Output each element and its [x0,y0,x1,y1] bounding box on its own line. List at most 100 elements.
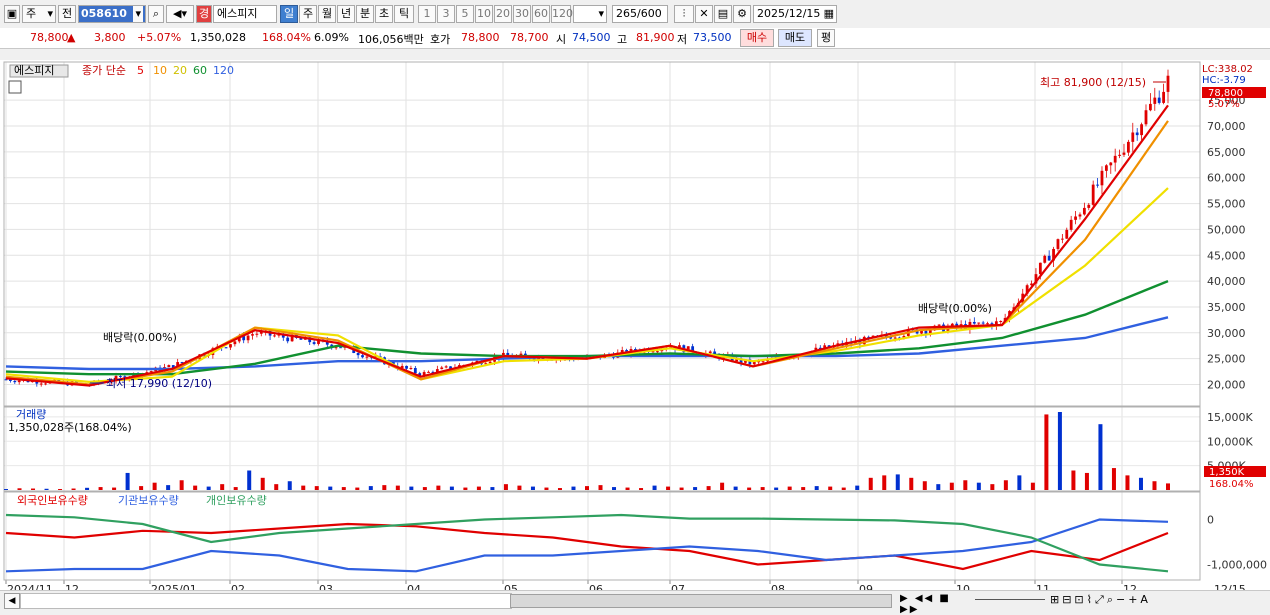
playback-controls[interactable]: ▶ ◀◀ ■ ▶▶ [900,593,966,615]
buy-button[interactable]: 매수 [740,29,774,47]
volume-bar [1152,481,1157,490]
avg-button[interactable]: 평 [817,29,835,47]
candle-icon[interactable]: ⫶ [674,5,694,23]
interval-1[interactable]: 1 [418,5,436,23]
crosshair-icon[interactable]: ✕ [695,5,713,23]
bid-price: 78,700 [510,31,549,44]
period-day[interactable]: 일 [280,5,298,23]
last-volume-pct: 168.04% [1209,479,1254,490]
volume-bar [760,487,765,490]
volume-bar [395,485,400,490]
volume-bar [463,487,468,490]
high-label: 고 [617,33,628,46]
volume-bar [801,487,806,490]
volume-bar [382,485,387,490]
candle [924,330,928,334]
volume-bar [990,484,995,490]
change-pct: +5.07% [137,31,182,44]
volume-bar [449,486,454,490]
price-tick-label: 20,000 [1207,378,1246,391]
save-icon[interactable]: ▤ [714,5,732,23]
tool-icons[interactable]: ⊞⊟⊡⌇⤢⌕−+A [1050,593,1266,607]
volume-bar [882,475,887,490]
candle [1122,152,1126,155]
layout-icon[interactable]: ▣ [4,5,20,23]
scroll-left-icon[interactable]: ◀ [4,593,20,609]
period-week[interactable]: 주 [299,5,317,23]
legend-ma-120: 120 [213,64,234,77]
volume-bar [260,477,265,490]
date-field[interactable]: 2025/12/15 ▦ [753,5,837,23]
candle [752,361,756,365]
candle [656,351,659,353]
price-tick-label: 60,000 [1207,172,1246,185]
volume-bar [706,486,711,490]
volume-bar [409,486,414,490]
volume-bar [166,485,171,490]
chevron-down-icon: ▾ [133,6,143,22]
ask-price: 78,800 [461,31,500,44]
candle [986,323,989,325]
change: 3,800 [94,31,126,44]
candle [312,342,316,344]
holdings-legend-foreign: 외국인보유수량 [17,494,88,507]
legend-ma-60: 60 [193,64,207,77]
chart-area[interactable]: 20,000 25,000 30,000 35,000 40,000 45,000 50,0… [0,50,1270,610]
period-second[interactable]: 초 [375,5,393,23]
mode-select[interactable]: 주 ▾ [22,5,56,23]
period-month[interactable]: 월 [318,5,336,23]
interval-30[interactable]: 30 [513,5,531,23]
candle [13,380,17,383]
low-label: 저 [677,33,688,46]
stock-code-input[interactable]: 058610 ▾ [78,5,146,23]
legend-ma-5: 5 [137,64,144,77]
candle [224,347,228,349]
candle [1065,229,1069,239]
volume-bar [868,477,873,490]
candle [1166,75,1170,92]
interval-10[interactable]: 10 [475,5,493,23]
candle [1131,132,1135,142]
candle [286,337,290,342]
zoom-slider[interactable] [975,599,1045,600]
stock-name-field[interactable]: 에스피지 [213,5,277,23]
volume-bar [368,486,373,490]
interval-20[interactable]: 20 [494,5,512,23]
prev-button[interactable]: 전 [58,5,76,23]
sell-button[interactable]: 매도 [778,29,812,47]
search-icon[interactable]: ⌕ [148,5,164,23]
volume-bar [4,489,8,490]
volume-bar [287,481,292,490]
candle [893,337,897,339]
custom-interval-select[interactable]: ▾ [573,5,607,23]
scrollbar-track[interactable] [20,593,512,609]
volume-bar [733,486,738,490]
price-tick-label: 25,000 [1207,353,1246,366]
volume-bar [841,487,846,490]
legend-ma-10: 10 [153,64,167,77]
holdings-legend-individual: 개인보유수량 [206,494,267,507]
interval-120[interactable]: 120 [551,5,573,23]
volume-bar [1057,412,1062,490]
candle [39,383,43,385]
scrollbar-thumb[interactable] [510,594,892,608]
candle [361,355,364,358]
period-year[interactable]: 년 [337,5,355,23]
legend-ma-20: 20 [173,64,187,77]
candle [1118,154,1121,156]
period-minute[interactable]: 분 [356,5,374,23]
interval-60[interactable]: 60 [532,5,550,23]
volume-tick-label: 10,000K [1207,435,1253,448]
speaker-icon[interactable]: ◀▾ [166,5,194,23]
period-tick[interactable]: 틱 [394,5,414,23]
candle [937,324,941,326]
candle [1153,97,1157,104]
interval-5[interactable]: 5 [456,5,474,23]
volume-bar [1111,468,1116,490]
interval-3[interactable]: 3 [437,5,455,23]
gear-icon[interactable]: ⚙ [733,5,751,23]
open-price: 74,500 [572,31,611,44]
candle [229,344,232,348]
legend-ma-label: 종가 단순 [82,64,126,77]
count-field[interactable]: 265/600 [612,5,668,23]
